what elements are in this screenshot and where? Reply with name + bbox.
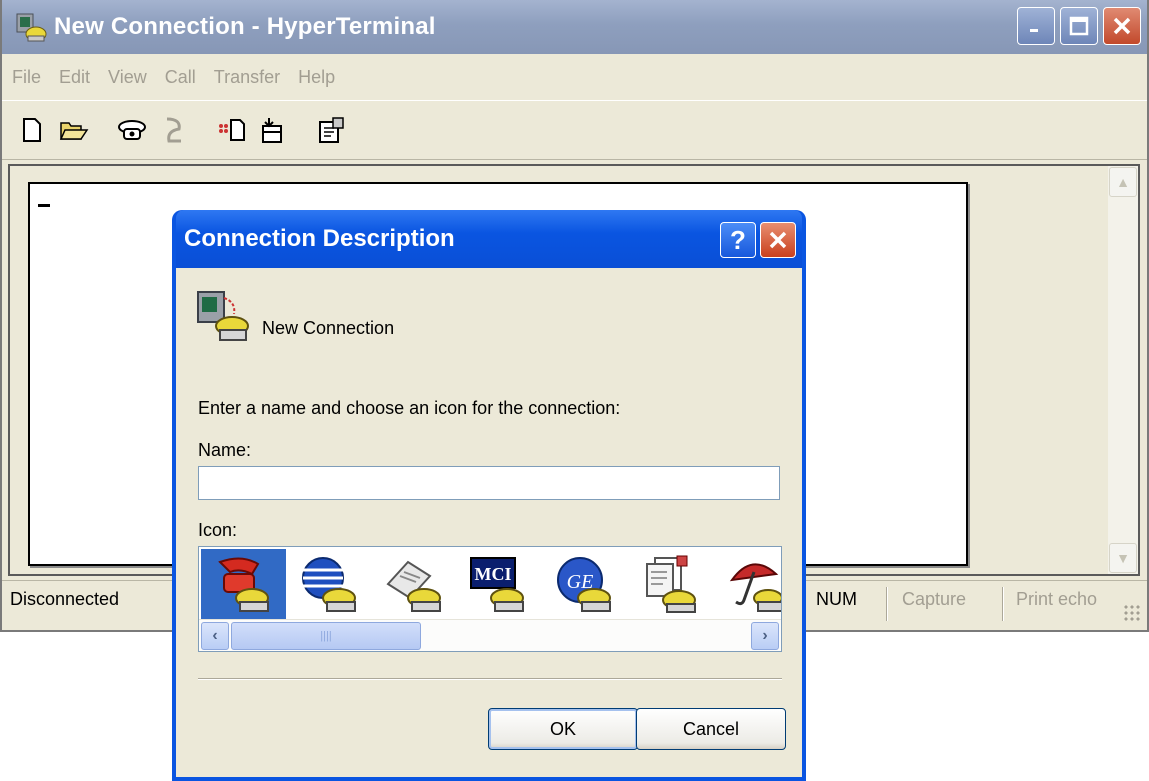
receive-button[interactable] <box>258 114 290 146</box>
scroll-right-button[interactable]: › <box>751 622 779 650</box>
menu-file[interactable]: File <box>12 67 41 88</box>
open-button[interactable] <box>58 114 90 146</box>
new-icon <box>23 118 41 142</box>
send-button[interactable] <box>216 114 248 146</box>
name-label: Name: <box>198 440 252 460</box>
status-separator <box>1002 587 1004 621</box>
scroll-up-button[interactable]: ▲ <box>1109 167 1137 197</box>
properties-icon <box>319 117 344 143</box>
dialog-controls: ? <box>720 222 796 258</box>
status-print-echo: Print echo <box>1016 589 1098 609</box>
close-button[interactable] <box>1103 7 1141 45</box>
name-input[interactable] <box>198 466 780 500</box>
open-icon <box>59 122 89 140</box>
status-capture: Capture <box>902 589 967 609</box>
icon-option-ge[interactable]: GE <box>541 549 626 619</box>
dialog-prompt: Enter a name and choose an icon for the … <box>198 398 621 418</box>
phone-icon <box>217 557 269 612</box>
scroll-down-button[interactable]: ▼ <box>1109 543 1137 573</box>
hyperterminal-app-icon <box>16 13 47 42</box>
help-icon: ? <box>730 224 746 255</box>
vertical-scrollbar[interactable]: ▲ ▼ <box>1108 166 1138 574</box>
maximize-icon <box>1069 16 1089 36</box>
scrollbar-thumb[interactable]: |||| <box>231 622 421 650</box>
status-num: NUM <box>816 589 857 609</box>
cancel-button[interactable]: Cancel <box>636 708 786 750</box>
window-controls <box>1017 7 1141 45</box>
icon-list[interactable]: MCI GE ‹ |||| › <box>198 546 782 652</box>
status-connection: Disconnected <box>10 589 120 609</box>
dialog-divider <box>198 678 782 680</box>
connection-name-label: New Connection <box>262 317 395 338</box>
minimize-button[interactable] <box>1017 7 1055 45</box>
scroll-up-icon: ▲ <box>1116 174 1130 190</box>
chevron-left-icon: ‹ <box>212 627 218 644</box>
connection-header: New Connection <box>194 288 394 346</box>
connection-description-dialog: Connection Description ? New Connection … <box>172 210 806 781</box>
icon-option-phone[interactable] <box>201 549 286 619</box>
connection-computer-phone-icon <box>197 291 249 341</box>
menu-view[interactable]: View <box>108 67 147 88</box>
icon-label: Icon: <box>198 520 238 540</box>
ok-button[interactable]: OK <box>488 708 638 750</box>
dialog-title: Connection Description <box>184 225 455 252</box>
globe-icon <box>301 557 356 612</box>
receive-icon <box>262 118 282 143</box>
resize-grip-icon[interactable] <box>1123 604 1141 622</box>
documents-icon <box>645 555 696 613</box>
call-icon <box>118 120 146 140</box>
fax-icon <box>385 560 441 612</box>
icon-list-scrollbar[interactable]: ‹ |||| › <box>199 619 781 651</box>
send-icon <box>219 119 245 141</box>
status-separator <box>886 587 888 621</box>
menu-help[interactable]: Help <box>298 67 335 88</box>
menu-transfer[interactable]: Transfer <box>214 67 280 88</box>
disconnect-icon <box>166 117 181 143</box>
menu-edit[interactable]: Edit <box>59 67 90 88</box>
dialog-titlebar[interactable]: Connection Description <box>176 210 802 268</box>
properties-button[interactable] <box>316 114 348 146</box>
icon-option-mci[interactable]: MCI <box>456 549 541 619</box>
window-titlebar[interactable]: New Connection - HyperTerminal <box>2 0 1147 54</box>
disconnect-button[interactable] <box>158 114 190 146</box>
maximize-button[interactable] <box>1060 7 1098 45</box>
menu-bar: File Edit View Call Transfer Help <box>2 58 1147 96</box>
mci-icon: MCI <box>469 557 524 612</box>
mci-logo-text: MCI <box>474 564 511 584</box>
toolbar <box>2 100 1147 160</box>
chevron-right-icon: › <box>762 627 768 644</box>
dialog-body: New Connection Enter a name and choose a… <box>176 268 802 777</box>
icon-option-fax[interactable] <box>371 549 456 619</box>
icon-row: MCI GE <box>201 549 781 619</box>
new-button[interactable] <box>16 114 48 146</box>
icon-option-umbrella[interactable] <box>711 549 781 619</box>
scroll-down-icon: ▼ <box>1116 550 1130 566</box>
window-title: New Connection - HyperTerminal <box>54 13 436 40</box>
dialog-close-button[interactable] <box>760 222 796 258</box>
close-icon <box>1113 17 1131 35</box>
minimize-icon <box>1030 29 1038 32</box>
close-icon <box>769 231 787 249</box>
grip-lines-icon: |||| <box>320 630 332 642</box>
umbrella-icon <box>729 563 781 612</box>
menu-call[interactable]: Call <box>165 67 196 88</box>
ge-icon: GE <box>556 557 611 612</box>
icon-option-globe[interactable] <box>286 549 371 619</box>
call-button[interactable] <box>116 114 148 146</box>
scroll-left-button[interactable]: ‹ <box>201 622 229 650</box>
icon-option-documents[interactable] <box>626 549 711 619</box>
terminal-cursor <box>38 204 50 207</box>
help-button[interactable]: ? <box>720 222 756 258</box>
